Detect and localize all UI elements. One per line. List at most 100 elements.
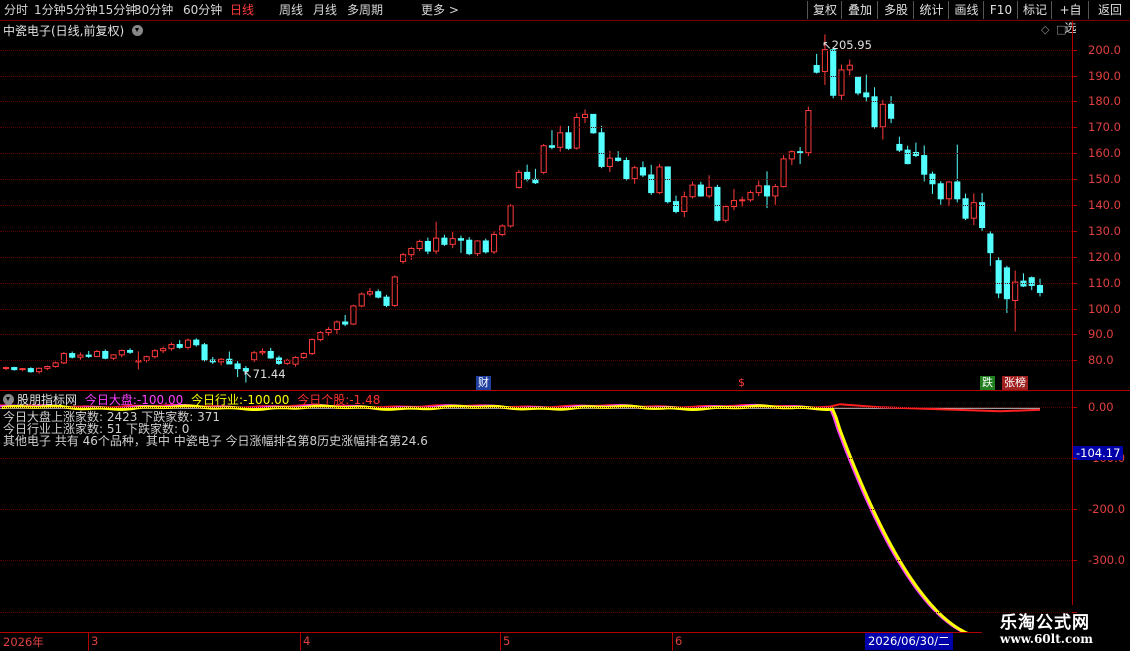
candle[interactable] xyxy=(127,348,134,354)
candle[interactable] xyxy=(1003,265,1010,313)
candle[interactable] xyxy=(2,366,10,371)
toolbar-button-6[interactable]: 标记 xyxy=(1017,1,1052,19)
candle[interactable] xyxy=(342,315,349,327)
candle[interactable] xyxy=(714,184,721,222)
candle[interactable] xyxy=(11,366,18,371)
candle[interactable] xyxy=(52,361,59,368)
candle[interactable] xyxy=(490,231,498,254)
candle[interactable] xyxy=(639,161,647,178)
candle[interactable] xyxy=(730,188,738,211)
candle[interactable] xyxy=(565,126,572,150)
candle[interactable] xyxy=(830,47,837,99)
candle[interactable] xyxy=(176,340,183,349)
candle[interactable] xyxy=(945,181,953,207)
candle[interactable] xyxy=(441,234,448,246)
period-tab-6[interactable]: 日线 xyxy=(230,2,254,18)
candle[interactable] xyxy=(102,349,109,360)
candle[interactable] xyxy=(805,106,812,157)
candle[interactable] xyxy=(168,342,175,351)
candle[interactable] xyxy=(383,294,390,308)
candle[interactable] xyxy=(507,204,514,228)
candle[interactable] xyxy=(1020,273,1027,288)
period-tab-4[interactable]: 30分钟 xyxy=(134,2,173,18)
candle[interactable] xyxy=(904,145,911,165)
candle[interactable] xyxy=(300,352,307,359)
toolbar-button-4[interactable]: 画线 xyxy=(948,1,984,19)
candle[interactable] xyxy=(267,347,274,359)
candle[interactable] xyxy=(532,168,539,185)
period-tab-3[interactable]: 15分钟 xyxy=(98,2,137,18)
candle[interactable] xyxy=(929,171,936,194)
candle[interactable] xyxy=(110,354,117,361)
candle[interactable] xyxy=(457,235,465,253)
toolbar-button-7[interactable]: +自选 xyxy=(1051,1,1089,35)
candle[interactable] xyxy=(308,338,316,356)
candle[interactable] xyxy=(1012,270,1019,332)
candle[interactable] xyxy=(797,147,804,165)
dollar-marker[interactable]: $ xyxy=(736,376,747,390)
period-tab-7[interactable]: 周线 xyxy=(279,2,303,18)
candle[interactable] xyxy=(408,247,415,261)
candle[interactable] xyxy=(888,96,895,124)
candle[interactable] xyxy=(151,349,158,359)
candle[interactable] xyxy=(201,342,208,362)
candle[interactable] xyxy=(896,136,903,152)
candle[interactable] xyxy=(69,351,76,359)
candle[interactable] xyxy=(623,157,630,181)
candle[interactable] xyxy=(292,356,299,367)
candle[interactable] xyxy=(226,351,233,365)
candle[interactable] xyxy=(36,367,43,374)
candle[interactable] xyxy=(184,338,192,350)
candle[interactable] xyxy=(772,184,779,205)
candle[interactable] xyxy=(871,87,878,129)
candle[interactable] xyxy=(912,142,919,158)
toolbar-button-1[interactable]: 叠加 xyxy=(841,1,878,19)
candle[interactable] xyxy=(391,275,398,307)
candle[interactable] xyxy=(780,155,787,188)
candle[interactable] xyxy=(631,165,638,184)
toolbar-button-3[interactable]: 统计 xyxy=(913,1,949,19)
financial-marker[interactable]: 财 xyxy=(476,376,491,390)
candle[interactable] xyxy=(218,357,225,366)
candle[interactable] xyxy=(590,113,597,134)
candle[interactable] xyxy=(160,346,167,354)
candle[interactable] xyxy=(581,109,589,124)
candle[interactable] xyxy=(979,193,986,231)
candle[interactable] xyxy=(474,240,481,256)
candle[interactable] xyxy=(424,237,431,255)
candle[interactable] xyxy=(60,352,67,365)
candle[interactable] xyxy=(747,190,754,202)
candle[interactable] xyxy=(19,368,26,372)
candle[interactable] xyxy=(755,180,762,197)
toolbar-button-8[interactable]: 返回 xyxy=(1088,1,1130,19)
candle[interactable] xyxy=(763,171,771,209)
candle[interactable] xyxy=(697,181,704,197)
candle[interactable] xyxy=(598,125,605,169)
candle[interactable] xyxy=(921,145,928,182)
period-tab-1[interactable]: 1分钟 xyxy=(34,2,66,18)
candle[interactable] xyxy=(399,252,407,264)
toolbar-button-2[interactable]: 多股 xyxy=(877,1,914,19)
candle[interactable] xyxy=(93,349,101,358)
candle[interactable] xyxy=(664,166,671,204)
candle[interactable] xyxy=(259,348,266,356)
candle[interactable] xyxy=(317,331,324,342)
candle[interactable] xyxy=(193,338,200,347)
candle[interactable] xyxy=(854,76,862,96)
candle[interactable] xyxy=(689,181,696,199)
period-tab-5[interactable]: 60分钟 xyxy=(183,2,222,18)
candle[interactable] xyxy=(44,365,51,371)
period-tab-0[interactable]: 分时 xyxy=(4,2,28,18)
period-tab-9[interactable]: 多周期 xyxy=(347,2,383,18)
candle[interactable] xyxy=(722,204,729,223)
candle[interactable] xyxy=(449,231,456,249)
candle[interactable] xyxy=(548,130,556,150)
drop-marker[interactable]: 跌 xyxy=(980,376,995,390)
candle[interactable] xyxy=(573,113,580,150)
candle[interactable] xyxy=(813,53,820,74)
candle[interactable] xyxy=(466,237,473,256)
candle[interactable] xyxy=(482,238,489,254)
candle[interactable] xyxy=(27,367,34,373)
period-tab-10[interactable]: 更多 > xyxy=(421,2,459,18)
candle[interactable] xyxy=(937,181,944,205)
